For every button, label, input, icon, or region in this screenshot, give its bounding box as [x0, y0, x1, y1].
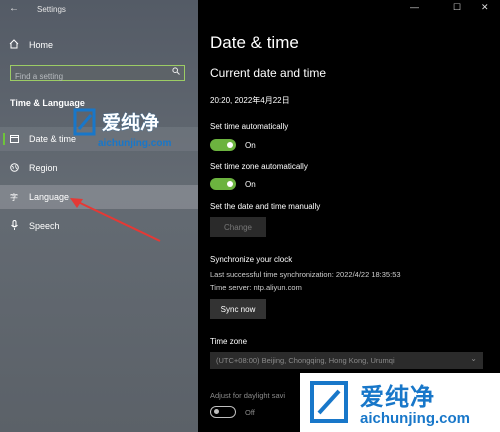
sidebar-item-region[interactable]: Region	[0, 156, 198, 180]
watermark-small: 爱纯净 aichunjing.com	[72, 105, 202, 155]
back-arrow-icon[interactable]: ←	[9, 3, 19, 14]
watermark-name: 爱纯净	[360, 384, 435, 411]
chevron-down-icon: ⌄	[470, 354, 477, 363]
set-time-auto-toggle[interactable]	[210, 139, 236, 151]
watermark-url: aichunjing.com	[360, 410, 471, 427]
section-current-date-time: Current date and time	[210, 66, 327, 80]
window-title: Settings	[37, 5, 66, 14]
set-time-auto-label: Set time automatically	[210, 122, 289, 131]
watermark-logo-icon	[310, 381, 348, 423]
minimize-button[interactable]: —	[410, 2, 419, 12]
timezone-title: Time zone	[210, 337, 248, 346]
active-indicator	[3, 133, 5, 145]
timezone-value: (UTC+08:00) Beijing, Chongqing, Hong Kon…	[216, 356, 395, 365]
current-datetime: 20:20, 2022年4月22日	[210, 96, 290, 105]
watermark-logo-icon	[73, 108, 96, 136]
search-box[interactable]	[10, 65, 185, 83]
timezone-select[interactable]: (UTC+08:00) Beijing, Chongqing, Hong Kon…	[210, 352, 483, 369]
calendar-icon	[9, 134, 19, 145]
set-time-auto-state: On	[245, 141, 256, 150]
sidebar-item-label: Date & time	[29, 134, 77, 144]
globe-icon	[9, 162, 19, 174]
set-manual-label: Set the date and time manually	[210, 202, 321, 211]
watermark-large: 爱纯净 aichunjing.com	[300, 373, 500, 432]
microphone-icon	[9, 220, 19, 232]
settings-sidebar: ← Settings Home Time & Language Date & t…	[0, 0, 198, 432]
search-icon	[172, 67, 180, 77]
maximize-button[interactable]: ☐	[453, 2, 461, 13]
watermark-name: 爱纯净	[102, 113, 160, 134]
annotation-arrow	[70, 198, 161, 242]
time-server-text: Time server: ntp.aliyun.com	[210, 283, 302, 292]
close-button[interactable]: ✕	[481, 2, 489, 13]
page-title: Date & time	[210, 33, 299, 52]
daylight-label: Adjust for daylight savi	[210, 391, 286, 400]
daylight-state: Off	[245, 408, 255, 417]
change-button[interactable]: Change	[210, 217, 266, 237]
daylight-toggle[interactable]	[210, 406, 236, 418]
last-sync-text: Last successful time synchronization: 20…	[210, 270, 401, 279]
nav-home[interactable]: Home	[0, 33, 198, 57]
set-timezone-auto-label: Set time zone automatically	[210, 162, 308, 171]
search-input[interactable]	[11, 70, 165, 83]
home-icon	[9, 39, 19, 51]
settings-main: — ☐ ✕ Date & time Current date and time …	[198, 0, 500, 432]
nav-home-label: Home	[29, 40, 54, 50]
set-timezone-auto-state: On	[245, 180, 256, 189]
sync-now-button[interactable]: Sync now	[210, 299, 266, 319]
sidebar-item-label: Language	[29, 192, 70, 202]
sidebar-item-label: Speech	[29, 221, 60, 231]
sync-title: Synchronize your clock	[210, 255, 293, 264]
watermark-url: aichunjing.com	[98, 138, 172, 149]
language-icon: 字	[10, 192, 18, 202]
set-timezone-auto-toggle[interactable]	[210, 178, 236, 190]
sidebar-item-label: Region	[29, 163, 58, 173]
